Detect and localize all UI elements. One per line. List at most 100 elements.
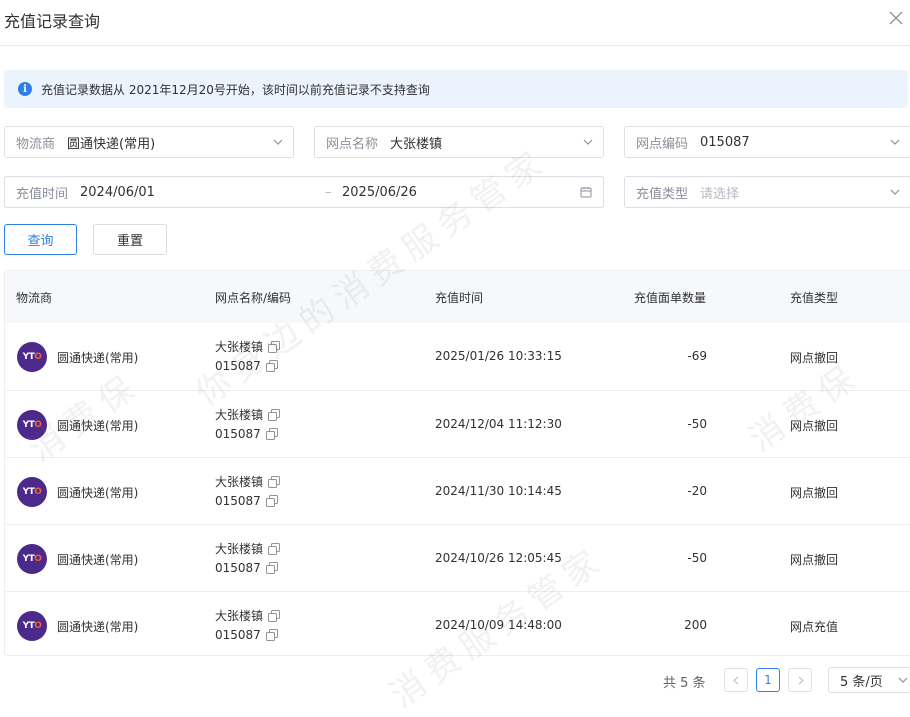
site-code-label: 网点编码: [636, 136, 689, 152]
date-separator: –: [325, 184, 332, 200]
row-site-name: 大张楼镇: [215, 338, 281, 355]
site-name-text: 大张楼镇: [215, 475, 264, 489]
chevron-down-icon: [898, 675, 908, 685]
site-code-text: 015087: [215, 359, 261, 373]
row-time: 2024/12/04 11:12:30: [435, 417, 562, 431]
chevron-down-icon: [583, 137, 593, 147]
row-site-code: 015087: [215, 359, 278, 373]
date-end-input[interactable]: 2025/06/26: [342, 185, 417, 200]
carrier-logo: YT O: [17, 477, 47, 507]
close-icon: [889, 11, 903, 25]
row-carrier: 圆通快递(常用): [57, 419, 139, 433]
row-time: 2024/11/30 10:14:45: [435, 484, 562, 498]
copy-icon[interactable]: [265, 428, 278, 440]
copy-icon[interactable]: [265, 495, 278, 507]
col-carrier: 物流商: [16, 291, 53, 305]
table-header: 物流商 网点名称/编码 充值时间 充值面单数量 充值类型: [5, 271, 910, 323]
row-carrier: 圆通快递(常用): [57, 553, 139, 567]
row-site-code: 015087: [215, 494, 278, 508]
copy-icon[interactable]: [268, 475, 281, 488]
copy-icon[interactable]: [268, 609, 281, 622]
row-site-name: 大张楼镇: [215, 406, 281, 423]
next-page-button[interactable]: [788, 668, 812, 692]
row-qty: -50: [687, 551, 707, 565]
site-code-text: 015087: [215, 427, 261, 441]
date-start-input[interactable]: 2024/06/01: [80, 185, 155, 200]
copy-icon[interactable]: [265, 360, 278, 372]
info-notice: i 充值记录数据从 2021年12月20号开始，该时间以前充值记录不支持查询: [4, 70, 908, 108]
col-time: 充值时间: [435, 291, 484, 305]
dialog-title: 充值记录查询: [4, 12, 101, 31]
reset-button[interactable]: 重置: [93, 224, 167, 255]
col-qty: 充值面单数量: [634, 291, 707, 305]
row-type: 网点充值: [790, 620, 839, 634]
recharge-type-label: 充值类型: [636, 186, 689, 202]
row-type: 网点撤回: [790, 419, 839, 433]
records-table: 物流商 网点名称/编码 充值时间 充值面单数量 充值类型 YT O 圆通快递(常用)…: [4, 270, 910, 656]
site-code-value: 015087: [700, 134, 750, 150]
row-qty: 200: [684, 618, 707, 632]
table-row: YT O 圆通快递(常用) 大张楼镇 015087 2024/10/09 14:48:00…: [5, 591, 910, 655]
notice-text: 充值记录数据从 2021年12月20号开始，该时间以前充值记录不支持查询: [41, 82, 430, 97]
copy-icon[interactable]: [265, 629, 278, 641]
date-range-picker[interactable]: 充值时间 2024/06/01 – 2025/06/26: [4, 176, 604, 208]
site-name-value: 大张楼镇: [390, 136, 443, 152]
row-type: 网点撤回: [790, 553, 839, 567]
row-type: 网点撤回: [790, 351, 839, 365]
copy-icon[interactable]: [268, 542, 281, 555]
col-type: 充值类型: [790, 291, 839, 305]
carrier-logo: YT O: [17, 342, 47, 372]
row-site-code: 015087: [215, 561, 278, 575]
row-site-name: 大张楼镇: [215, 607, 281, 624]
row-site-name: 大张楼镇: [215, 473, 281, 490]
site-code-text: 015087: [215, 561, 261, 575]
chevron-left-icon: [732, 676, 738, 684]
prev-page-button[interactable]: [724, 668, 748, 692]
site-code-text: 015087: [215, 494, 261, 508]
row-site-code: 015087: [215, 427, 278, 441]
chevron-down-icon: [890, 187, 900, 197]
row-carrier: 圆通快递(常用): [57, 620, 139, 634]
pagination-total: 共 5 条: [663, 676, 706, 691]
site-name-text: 大张楼镇: [215, 609, 264, 623]
col-site: 网点名称/编码: [215, 291, 292, 305]
calendar-icon: [580, 186, 592, 198]
row-time: 2024/10/26 12:05:45: [435, 551, 562, 565]
table-row: YT O 圆通快递(常用) 大张楼镇 015087 2024/10/26 12:05:45…: [5, 524, 910, 591]
site-code-text: 015087: [215, 628, 261, 642]
site-name-label: 网点名称: [326, 136, 379, 152]
row-time: 2025/01/26 10:33:15: [435, 349, 562, 363]
chevron-right-icon: [798, 676, 804, 684]
carrier-logo: YT O: [17, 544, 47, 574]
page-1-button[interactable]: 1: [756, 668, 780, 692]
carrier-logo: YT O: [17, 611, 47, 641]
site-name-select[interactable]: 网点名称 大张楼镇: [314, 126, 604, 158]
table-body: YT O 圆通快递(常用) 大张楼镇 015087 2025/01/26 10:33:15…: [5, 323, 910, 655]
row-qty: -69: [687, 349, 707, 363]
carrier-label: 物流商: [16, 136, 56, 152]
row-site-name: 大张楼镇: [215, 540, 281, 557]
row-qty: -50: [687, 417, 707, 431]
row-qty: -20: [687, 484, 707, 498]
row-type: 网点撤回: [790, 486, 839, 500]
dialog-header: 充值记录查询: [0, 0, 910, 46]
copy-icon[interactable]: [268, 408, 281, 421]
close-button[interactable]: [886, 8, 906, 28]
carrier-select[interactable]: 物流商 圆通快递(常用): [4, 126, 294, 158]
recharge-type-placeholder: 请选择: [700, 186, 740, 202]
copy-icon[interactable]: [268, 340, 281, 353]
table-row: YT O 圆通快递(常用) 大张楼镇 015087 2024/11/30 10:14:45…: [5, 457, 910, 524]
date-range-label: 充值时间: [16, 186, 69, 202]
search-button[interactable]: 查询: [4, 224, 77, 255]
page-size-select[interactable]: 5 条/页: [828, 667, 910, 693]
site-name-text: 大张楼镇: [215, 408, 264, 422]
table-row: YT O 圆通快递(常用) 大张楼镇 015087 2025/01/26 10:33:15…: [5, 323, 910, 390]
site-name-text: 大张楼镇: [215, 542, 264, 556]
chevron-down-icon: [273, 137, 283, 147]
site-code-select[interactable]: 网点编码 015087: [624, 126, 910, 158]
site-name-text: 大张楼镇: [215, 340, 264, 354]
row-carrier: 圆通快递(常用): [57, 486, 139, 500]
copy-icon[interactable]: [265, 562, 278, 574]
info-icon: i: [18, 82, 32, 96]
recharge-type-select[interactable]: 充值类型 请选择: [624, 176, 910, 208]
